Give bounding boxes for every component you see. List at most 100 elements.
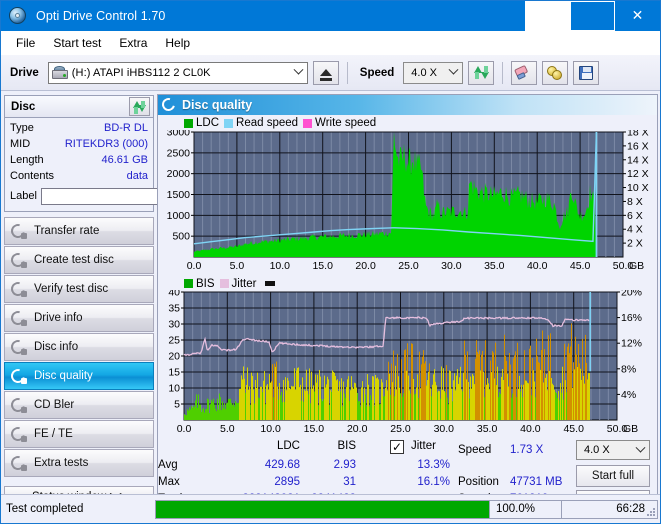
- disc-row-value: data: [126, 170, 148, 182]
- disc-test-icon: [8, 336, 28, 357]
- svg-text:10.0: 10.0: [270, 260, 291, 272]
- svg-text:10: 10: [168, 383, 180, 395]
- disc-quality-header: Disc quality: [158, 95, 657, 115]
- panel-title: Disc quality: [182, 98, 253, 112]
- save-button[interactable]: [573, 60, 600, 85]
- eject-button[interactable]: [312, 60, 339, 85]
- sidebar-item-create-test-disc[interactable]: Create test disc: [4, 246, 154, 274]
- speed-stat-label: Speed: [458, 444, 492, 456]
- stats-row-label-max: Max: [158, 476, 180, 488]
- svg-text:5.0: 5.0: [220, 423, 235, 435]
- chart-bis-jitter[interactable]: 40 35 30 25 20 15 10 5 20% 16% 12% 8% 4% 0.0 5.0 10.0 15…: [158, 287, 657, 438]
- sidebar-item-verify-test-disc[interactable]: Verify test disc: [4, 275, 154, 303]
- legend-swatch: [184, 279, 193, 288]
- refresh-icon: [133, 100, 146, 114]
- maximize-button[interactable]: [570, 1, 615, 31]
- disc-group: Disc Type BD-R DL MID RITEKDR3 (000) Len…: [4, 95, 244, 212]
- eject-icon: [319, 69, 332, 81]
- disc-test-icon: [8, 278, 28, 299]
- close-icon: ✕: [631, 8, 644, 24]
- svg-text:3000: 3000: [167, 130, 191, 139]
- sidebar-item-label: Extra tests: [34, 457, 89, 469]
- resize-grip[interactable]: [645, 506, 655, 516]
- start-full-button[interactable]: Start full: [576, 465, 650, 487]
- sidebar-item-transfer-rate[interactable]: Transfer rate: [4, 217, 154, 245]
- svg-text:45.0: 45.0: [570, 260, 591, 272]
- stats-avg-ldc: 429.68: [264, 459, 300, 471]
- svg-text:8 X: 8 X: [627, 196, 643, 208]
- legend-label: LDC: [196, 117, 220, 129]
- svg-text:15: 15: [168, 367, 180, 379]
- position-stat-value: 47731 MB: [510, 476, 563, 488]
- title-bar: Opti Drive Control 1.70 ✕: [1, 1, 660, 31]
- svg-text:5.0: 5.0: [230, 260, 245, 272]
- svg-text:25: 25: [168, 335, 180, 347]
- sidebar-item-label: Verify test disc: [34, 283, 109, 295]
- svg-text:12%: 12%: [621, 338, 642, 350]
- sidebar-item-fe-te[interactable]: FE / TE: [4, 420, 154, 448]
- legend-item-jitter: Jitter: [219, 278, 256, 290]
- svg-text:14 X: 14 X: [627, 154, 649, 166]
- menu-item-help[interactable]: Help: [156, 33, 199, 53]
- stats-col-ldc: LDC: [276, 440, 300, 452]
- svg-text:8%: 8%: [621, 363, 636, 375]
- svg-text:20.0: 20.0: [347, 423, 368, 435]
- stats-max-bis: 31: [343, 476, 356, 488]
- sidebar-item-disc-info[interactable]: Disc info: [4, 333, 154, 361]
- erase-button[interactable]: [511, 60, 538, 85]
- chart-ldc-readspeed[interactable]: 3000 2500 2000 1500 1000 500 18 X 16 X 14 X 12 X 1…: [158, 127, 657, 275]
- svg-text:18 X: 18 X: [627, 130, 649, 139]
- disc-row-length: Length 46.61 GB: [10, 152, 148, 168]
- svg-text:30: 30: [168, 319, 180, 331]
- jitter-checkbox[interactable]: ✓: [390, 440, 404, 454]
- menu-bar: File Start test Extra Help: [1, 31, 660, 55]
- test-speed-select[interactable]: 4.0 X: [576, 440, 650, 460]
- svg-text:35.0: 35.0: [477, 423, 498, 435]
- close-button[interactable]: ✕: [615, 1, 660, 31]
- minimize-icon: [525, 1, 570, 31]
- app-window: Opti Drive Control 1.70 ✕ File Start tes…: [0, 0, 661, 524]
- svg-text:15.0: 15.0: [304, 423, 325, 435]
- svg-text:25.0: 25.0: [390, 423, 411, 435]
- disc-refresh-button[interactable]: [129, 97, 150, 116]
- refresh-icon: [473, 65, 489, 80]
- speed-select[interactable]: 4.0 X: [403, 61, 464, 84]
- svg-text:35: 35: [168, 303, 180, 315]
- sidebar-item-disc-quality[interactable]: Disc quality: [4, 362, 154, 390]
- svg-text:4 X: 4 X: [627, 224, 643, 236]
- chart1-svg: 3000 2500 2000 1500 1000 500 18 X16 X 14 X 12 X 1…: [167, 127, 649, 273]
- svg-text:30.0: 30.0: [434, 423, 455, 435]
- disc-row-key: Type: [10, 122, 34, 134]
- menu-item-start-test[interactable]: Start test: [44, 33, 110, 53]
- svg-text:30.0: 30.0: [441, 260, 462, 272]
- legend-label: BIS: [196, 277, 215, 290]
- sidebar-item-label: Create test disc: [34, 254, 114, 266]
- disc-tools-button[interactable]: [542, 60, 569, 85]
- sidebar-item-label: Disc quality: [34, 370, 93, 382]
- sidebar-item-cd-bler[interactable]: CD Bler: [4, 391, 154, 419]
- sidebar-item-extra-tests[interactable]: Extra tests: [4, 449, 154, 477]
- disc-label-key: Label: [10, 190, 37, 202]
- disc-group-header: Disc: [5, 96, 153, 118]
- sidebar-item-label: Drive info: [34, 312, 83, 324]
- menu-item-file[interactable]: File: [7, 33, 44, 53]
- disc-quality-icon: [159, 95, 178, 114]
- chevron-down-icon: [632, 441, 649, 459]
- menu-item-extra[interactable]: Extra: [110, 33, 156, 53]
- position-stat-label: Position: [458, 476, 499, 488]
- gold-discs-icon: [547, 65, 563, 80]
- disc-test-icon: [8, 423, 28, 444]
- svg-text:20%: 20%: [621, 290, 642, 299]
- chart2-legend: BIS Jitter: [158, 275, 657, 290]
- drive-select[interactable]: (H:) ATAPI iHBS112 2 CL0K: [47, 61, 308, 84]
- stats-max-ldc: 2895: [274, 476, 300, 488]
- legend-label: Write speed: [315, 117, 377, 129]
- sidebar-item-drive-info[interactable]: Drive info: [4, 304, 154, 332]
- legend-swatch: [184, 118, 193, 128]
- minimize-button[interactable]: [525, 1, 570, 31]
- window-controls: ✕: [525, 1, 660, 31]
- refresh-button[interactable]: [468, 60, 495, 85]
- svg-text:GB: GB: [629, 260, 644, 272]
- svg-text:2500: 2500: [167, 147, 191, 159]
- elapsed-time: 66:28: [561, 500, 657, 518]
